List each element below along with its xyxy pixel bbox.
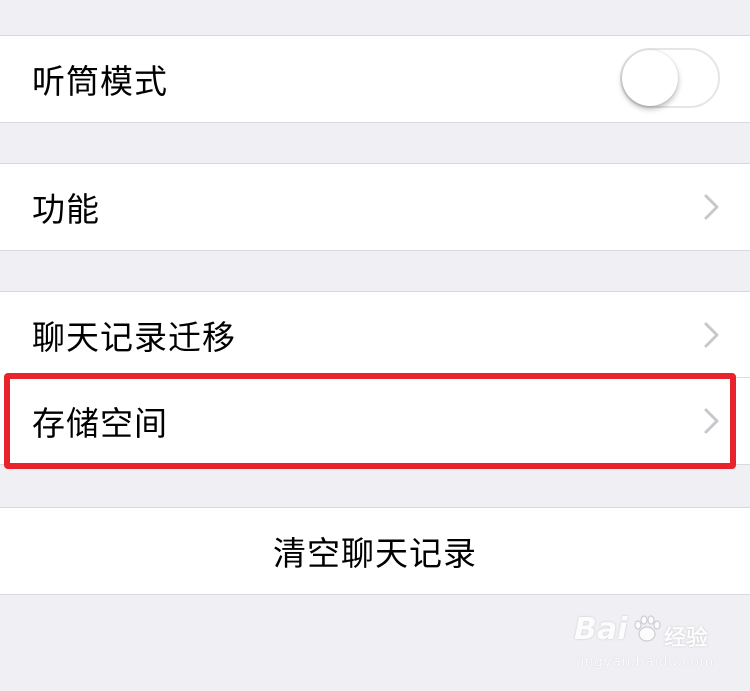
features-label: 功能 <box>32 190 100 229</box>
earpiece-mode-row: 听筒模式 <box>0 36 750 122</box>
chat-migration-row[interactable]: 聊天记录迁移 <box>0 292 750 378</box>
paw-icon <box>634 615 661 642</box>
watermark-subtitle: 经验 <box>664 626 709 651</box>
clear-history-button[interactable]: 清空聊天记录 <box>0 527 750 575</box>
clear-history-group: 清空聊天记录 <box>0 507 750 595</box>
chevron-right-icon <box>704 322 719 348</box>
chevron-right-icon <box>704 408 719 434</box>
chat-migration-label: 聊天记录迁移 <box>32 318 236 357</box>
features-row[interactable]: 功能 <box>0 164 750 250</box>
earpiece-mode-toggle[interactable] <box>620 48 720 108</box>
baidu-watermark: Bai 经验 jingyan.baidu.com <box>574 612 724 676</box>
storage-label: 存储空间 <box>32 404 168 443</box>
toggle-knob <box>622 50 678 106</box>
storage-row[interactable]: 存储空间 <box>0 378 750 464</box>
chevron-right-icon <box>704 194 719 220</box>
watermark-url: jingyan.baidu.com <box>576 654 714 670</box>
chat-storage-group: 聊天记录迁移 存储空间 <box>0 291 750 465</box>
earpiece-mode-group: 听筒模式 <box>0 35 750 123</box>
earpiece-mode-label: 听筒模式 <box>32 62 168 101</box>
watermark-brand: Bai <box>574 612 628 647</box>
clear-history-row[interactable]: 清空聊天记录 <box>0 508 750 594</box>
features-group: 功能 <box>0 163 750 251</box>
